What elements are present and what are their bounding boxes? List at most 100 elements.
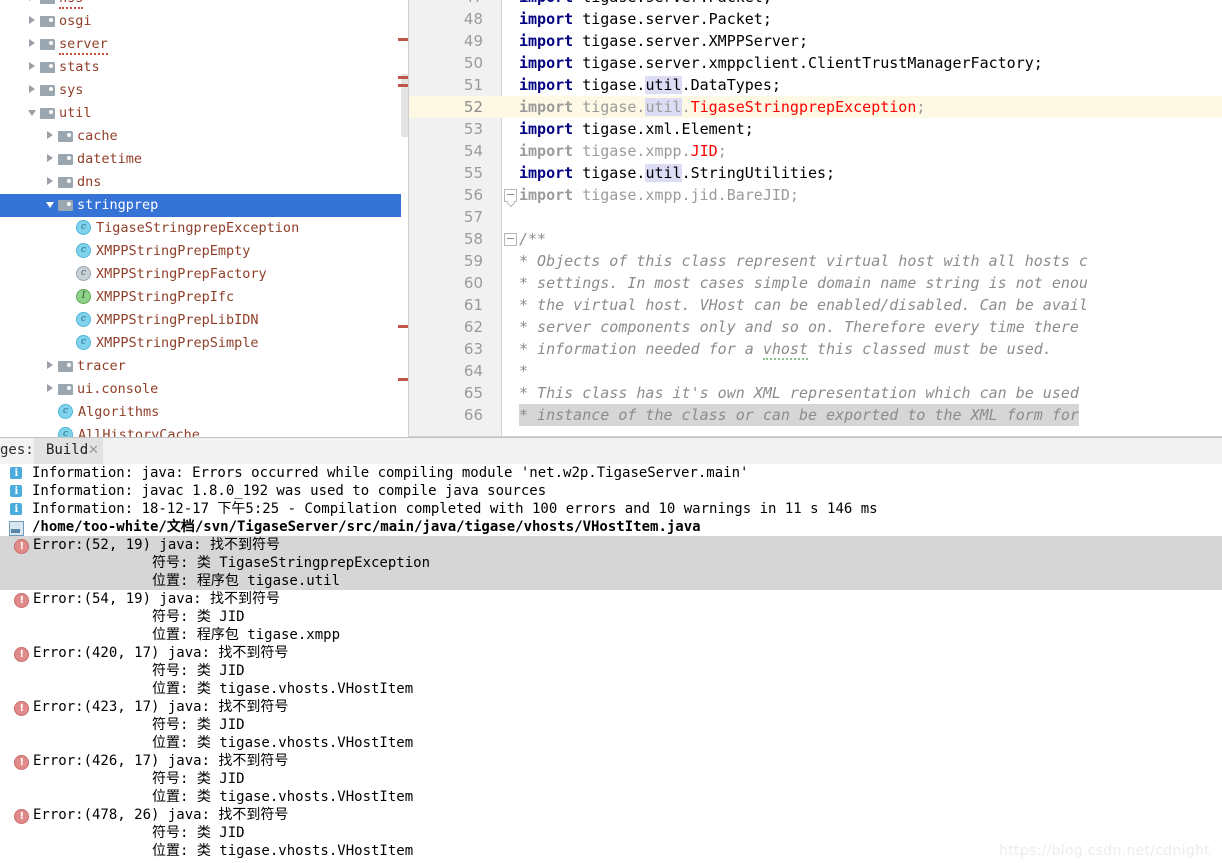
build-output-panel[interactable]: Information: java: Errors occurred while… [0,464,1222,863]
folder-icon [40,107,55,119]
build-file-row[interactable]: /home/too-white/文档/svn/TigaseServer/src/… [0,518,1222,536]
build-error-header[interactable]: Error:(478, 26) java: 找不到符号 [0,806,1222,826]
tree-item-label: server [59,36,108,55]
code-line[interactable]: 61 * the virtual host. VHost can be enab… [409,294,1222,316]
code-line[interactable]: 51 import tigase.util.DataTypes; [409,74,1222,96]
code-line[interactable]: 66 * instance of the class or can be exp… [409,404,1222,426]
line-number: 59 [463,252,483,270]
build-error-text: Error:(54, 19) java: 找不到符号 [33,591,281,607]
code-line[interactable]: 58 /** [409,228,1222,250]
line-number: 47 [409,0,483,8]
tree-item-osgi[interactable]: osgi [0,10,409,33]
code-line[interactable]: 62 * server components only and so on. T… [409,316,1222,338]
tree-item-xmppstringprepempty[interactable]: c XMPPStringPrepEmpty [0,240,409,263]
folder-icon [40,0,55,4]
tree-item-sys[interactable]: sys [0,79,409,102]
code-line[interactable]: 49 import tigase.server.XMPPServer; [409,30,1222,52]
code-line[interactable]: 54 import tigase.xmpp.JID; [409,140,1222,162]
build-error-text: Error:(478, 26) java: 找不到符号 [33,807,289,823]
code-line[interactable]: 47 import tigase.server.Packet; [409,0,1222,8]
tree-item-ui-console[interactable]: ui.console [0,378,409,401]
code-line[interactable]: 48 import tigase.server.Packet; [409,8,1222,30]
build-error-location-text: 位置: 程序包 tigase.util [152,573,341,589]
build-error-group[interactable]: Error:(420, 17) java: 找不到符号符号: 类 JID 位置: … [0,644,1222,698]
chevron-right-icon[interactable] [46,131,55,140]
code-line[interactable]: 56 import tigase.xmpp.jid.BareJID; [409,184,1222,206]
code-text: * This class has it's own XML representa… [519,384,1079,402]
build-error-header[interactable]: Error:(52, 19) java: 找不到符号 [0,536,1222,556]
code-line[interactable]: 52 import tigase.util.TigaseStringprepExc… [409,96,1222,118]
code-editor[interactable]: 47 import tigase.server.Packet; 48 import t… [409,0,1222,437]
chevron-right-icon[interactable] [28,85,37,94]
tree-item-stats[interactable]: stats [0,56,409,79]
build-error-header[interactable]: Error:(420, 17) java: 找不到符号 [0,644,1222,664]
build-info-row[interactable]: Information: javac 1.8.0_192 was used to… [0,482,1222,501]
tree-item-label: stats [59,59,100,75]
tree-item-xmppstringpreplibidn[interactable]: c XMPPStringPrepLibIDN [0,309,409,332]
chevron-right-icon[interactable] [28,39,37,48]
code-line[interactable]: 63 * information needed for a vhost this… [409,338,1222,360]
chevron-right-icon[interactable] [28,16,37,25]
tree-item-xmppstringprepifc[interactable]: I XMPPStringPrepIfc [0,286,409,309]
chevron-right-icon[interactable] [46,384,55,393]
build-info-row[interactable]: Information: 18-12-17 下午5:25 - Compilati… [0,500,1222,519]
code-line[interactable]: 50 import tigase.server.xmppclient.Client… [409,52,1222,74]
code-text: * instance of the class or can be export… [519,404,1079,426]
tree-item-dns[interactable]: dns [0,171,409,194]
chevron-right-icon[interactable] [46,154,55,163]
tree-item-algorithms[interactable]: c Algorithms [0,401,409,424]
build-error-header[interactable]: Error:(426, 17) java: 找不到符号 [0,752,1222,772]
code-line[interactable]: 53 import tigase.xml.Element; [409,118,1222,140]
line-number: 50 [463,54,483,72]
fold-toggle-icon[interactable] [504,233,517,246]
tree-item-nss[interactable]: nss [0,0,409,10]
build-error-location: 位置: 程序包 tigase.util [0,572,1222,590]
tree-item-xmppstringprepfactory[interactable]: c XMPPStringPrepFactory [0,263,409,286]
tree-item-label: Algorithms [78,404,160,420]
close-icon[interactable]: ✕ [88,443,99,458]
code-line[interactable]: 55 import tigase.util.StringUtilities; [409,162,1222,184]
code-text: import tigase.util.TigaseStringprepExcep… [519,98,926,116]
build-error-group[interactable]: Error:(54, 19) java: 找不到符号符号: 类 JID 位置: 程… [0,590,1222,644]
build-error-group[interactable]: Error:(423, 17) java: 找不到符号符号: 类 JID 位置: … [0,698,1222,752]
build-error-symbol-text: 符号: 类 JID [152,825,245,841]
tab-build-label: Build [46,442,89,458]
tree-item-server[interactable]: server [0,33,409,56]
tab-messages-truncated[interactable]: ges: [0,442,34,458]
tree-item-cache[interactable]: cache [0,125,409,148]
chevron-down-icon[interactable] [28,108,37,117]
tree-item-tracer[interactable]: tracer [0,355,409,378]
build-error-group[interactable]: Error:(52, 19) java: 找不到符号符号: 类 TigaseSt… [0,536,1222,590]
chevron-right-icon[interactable] [46,361,55,370]
tree-item-tigasestringprepexception[interactable]: c TigaseStringprepException [0,217,409,240]
build-error-location-text: 位置: 类 tigase.vhosts.VHostItem [152,681,414,697]
folder-icon [40,15,55,27]
build-error-header[interactable]: Error:(423, 17) java: 找不到符号 [0,698,1222,718]
tree-item-stringprep[interactable]: stringprep [0,194,409,217]
chevron-right-icon[interactable] [46,177,55,186]
tree-item-xmppstringprepsimple[interactable]: c XMPPStringPrepSimple [0,332,409,355]
tree-item-allhistorycache[interactable]: c AllHistoryCache [0,424,409,437]
chevron-right-icon[interactable] [28,62,37,71]
fold-toggle-icon[interactable] [504,189,517,202]
tab-build[interactable]: Build ✕ [34,438,103,465]
project-tree-panel[interactable]: nss osgi server stats sys util cache datetime dn… [0,0,409,437]
build-error-symbol: 符号: 类 JID [0,770,1222,788]
chevron-right-icon[interactable] [28,0,37,2]
code-line[interactable]: 65 * This class has it's own XML represe… [409,382,1222,404]
build-error-group[interactable]: Error:(426, 17) java: 找不到符号符号: 类 JID 位置: … [0,752,1222,806]
line-number: 51 [463,76,483,94]
tree-item-label: XMPPStringPrepFactory [96,266,267,282]
code-line[interactable]: 64 * [409,360,1222,382]
chevron-down-icon[interactable] [46,200,55,209]
build-error-header[interactable]: Error:(54, 19) java: 找不到符号 [0,590,1222,610]
build-info-row[interactable]: Information: java: Errors occurred while… [0,464,1222,483]
code-line[interactable]: 59 * Objects of this class represent vir… [409,250,1222,272]
tree-item-util[interactable]: util [0,102,409,125]
tree-item-datetime[interactable]: datetime [0,148,409,171]
folder-icon [58,130,73,142]
code-line[interactable]: 60 * settings. In most cases simple doma… [409,272,1222,294]
code-line[interactable]: 57 [409,206,1222,228]
build-error-text: Error:(423, 17) java: 找不到符号 [33,699,289,715]
line-number: 62 [463,318,483,336]
